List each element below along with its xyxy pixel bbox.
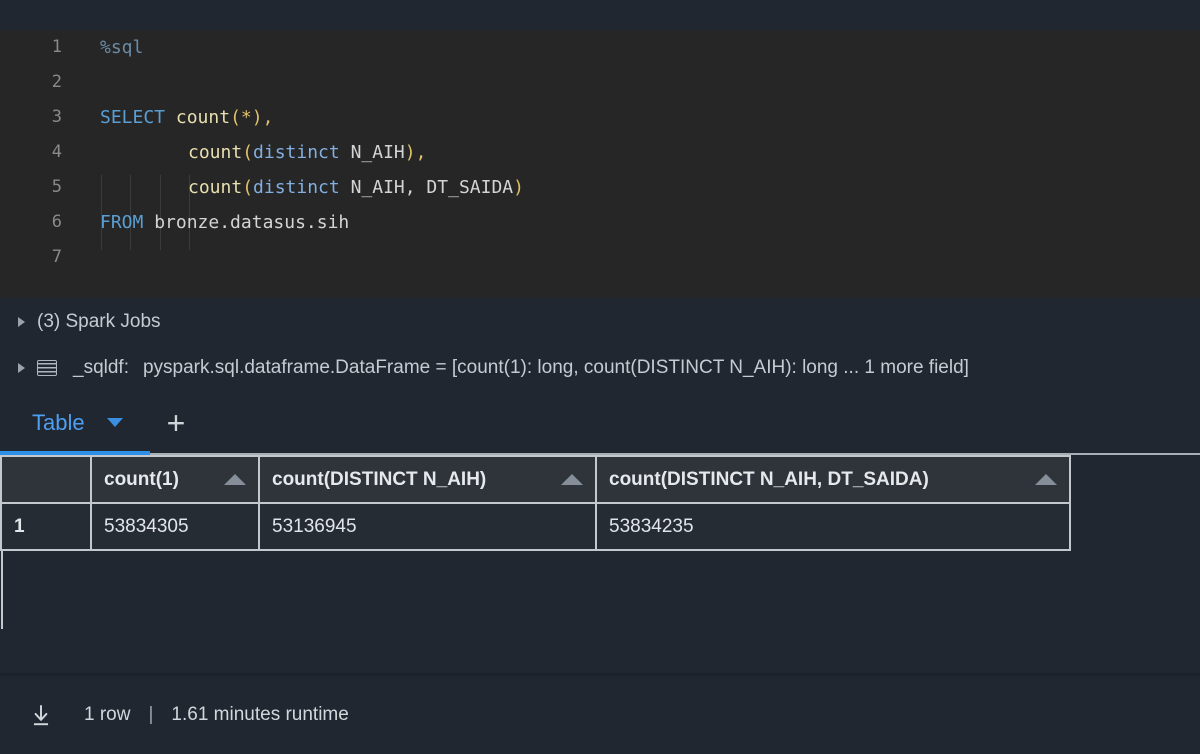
spark-jobs-row[interactable]: (3) Spark Jobs xyxy=(0,298,1200,346)
line-number: 4 xyxy=(51,142,62,162)
code-line-text: count(distinct N_AIH, DT_SAIDA) xyxy=(188,170,524,205)
code-line[interactable]: 1 %sql xyxy=(0,30,1200,65)
dataframe-schema-description: pyspark.sql.dataframe.DataFrame = [count… xyxy=(142,357,969,378)
column-header-2[interactable]: count(DISTINCT N_AIH, DT_SAIDA) xyxy=(595,455,1071,504)
result-table-body[interactable]: 1 53834305 53136945 53834235 xyxy=(0,502,1071,551)
tab-table-label: Table xyxy=(32,409,85,435)
code-token: N_AIH, DT_SAIDA xyxy=(339,177,514,198)
notebook-top-strip xyxy=(0,0,1200,30)
chevron-right-icon[interactable] xyxy=(18,363,25,373)
code-token: ( xyxy=(242,177,254,198)
result-table-container: count(1) count(DISTINCT N_AIH) count(DIS… xyxy=(0,455,1200,630)
table-row[interactable]: 1 53834305 53136945 53834235 xyxy=(0,502,1071,551)
dataframe-result-row[interactable]: _sqldf: pyspark.sql.dataframe.DataFrame … xyxy=(0,346,1200,390)
code-line[interactable]: 7 xyxy=(0,240,1200,275)
code-token: bronze.datasus.sih xyxy=(143,212,350,233)
results-panel: (3) Spark Jobs _sqldf: pyspark.sql.dataf… xyxy=(0,298,1200,630)
code-token: count xyxy=(188,177,243,198)
table-cell[interactable]: 53834235 xyxy=(595,502,1071,551)
column-header-1[interactable]: count(DISTINCT N_AIH) xyxy=(258,455,597,504)
code-token: count xyxy=(175,107,231,128)
table-cell[interactable]: 53136945 xyxy=(258,502,597,551)
code-token: ( xyxy=(230,107,241,128)
table-grid-icon xyxy=(37,360,57,376)
line-number: 5 xyxy=(51,177,62,197)
code-line[interactable]: 2 xyxy=(0,65,1200,100)
code-token: %sql xyxy=(100,37,144,58)
table-cell[interactable]: 53834305 xyxy=(90,502,260,551)
line-number: 1 xyxy=(51,37,62,57)
chevron-down-icon[interactable] xyxy=(106,418,123,427)
runtime-label: 1.61 minutes runtime xyxy=(171,704,349,725)
row-index-cell: 1 xyxy=(0,502,92,551)
sql-code-editor[interactable]: 1 %sql 2 3 SELECT count(*), 4 count(distinct N… xyxy=(0,30,1200,298)
line-number: 2 xyxy=(51,72,62,92)
code-token: , xyxy=(415,142,427,163)
row-count-label: 1 row xyxy=(84,704,131,725)
code-token: , xyxy=(262,107,274,128)
dataframe-variable-name: _sqldf: xyxy=(73,357,129,378)
result-table[interactable]: count(1) count(DISTINCT N_AIH) count(DIS… xyxy=(0,455,1071,551)
code-token: ) xyxy=(251,107,263,128)
code-token: distinct xyxy=(253,142,340,163)
footer-separator-pipe: | xyxy=(148,704,154,725)
code-line-text: count(distinct N_AIH), xyxy=(188,135,426,170)
code-token: ) xyxy=(404,142,416,163)
code-token: * xyxy=(240,107,252,128)
code-line-text: SELECT count(*), xyxy=(100,100,273,135)
result-table-head: count(1) count(DISTINCT N_AIH) count(DIS… xyxy=(0,455,1071,504)
sort-ascending-icon[interactable] xyxy=(1035,474,1057,485)
table-header-row: count(1) count(DISTINCT N_AIH) count(DIS… xyxy=(0,455,1071,504)
code-line-text: %sql xyxy=(100,30,143,65)
code-token: ) xyxy=(513,177,524,198)
sort-ascending-icon[interactable] xyxy=(224,474,246,485)
code-line[interactable]: 5 count(distinct N_AIH, DT_SAIDA) xyxy=(0,170,1200,205)
column-header-label: count(DISTINCT N_AIH, DT_SAIDA) xyxy=(609,468,929,490)
code-token: count xyxy=(188,142,243,163)
code-line[interactable]: 4 count(distinct N_AIH), xyxy=(0,135,1200,170)
line-number: 7 xyxy=(51,247,62,267)
tab-table[interactable]: Table xyxy=(32,410,123,436)
code-line[interactable]: 3 SELECT count(*), xyxy=(0,100,1200,135)
sort-ascending-icon[interactable] xyxy=(561,474,583,485)
code-token: ( xyxy=(242,142,254,163)
download-icon[interactable] xyxy=(28,702,54,728)
line-number: 3 xyxy=(51,107,62,127)
column-header-0[interactable]: count(1) xyxy=(90,455,260,504)
column-header-label: count(1) xyxy=(104,468,179,490)
code-token: distinct xyxy=(253,177,340,198)
row-index-header xyxy=(0,455,92,504)
column-header-label: count(DISTINCT N_AIH) xyxy=(272,468,487,490)
result-footer: 1 row | 1.61 minutes runtime xyxy=(0,676,1200,754)
spark-jobs-label: (3) Spark Jobs xyxy=(37,311,161,332)
result-tabbar: Table + xyxy=(0,390,1200,455)
add-visualization-button[interactable]: + xyxy=(167,407,186,439)
line-number: 6 xyxy=(51,212,62,232)
table-left-rail xyxy=(1,551,3,629)
chevron-right-icon[interactable] xyxy=(18,317,25,327)
code-line-text: FROM bronze.datasus.sih xyxy=(100,205,349,240)
code-token: SELECT xyxy=(100,107,166,128)
code-lines[interactable]: 1 %sql 2 3 SELECT count(*), 4 count(distinct N… xyxy=(0,30,1200,275)
code-line[interactable]: 6 FROM bronze.datasus.sih xyxy=(0,205,1200,240)
code-token: FROM xyxy=(100,212,144,233)
code-token: N_AIH xyxy=(339,142,405,163)
